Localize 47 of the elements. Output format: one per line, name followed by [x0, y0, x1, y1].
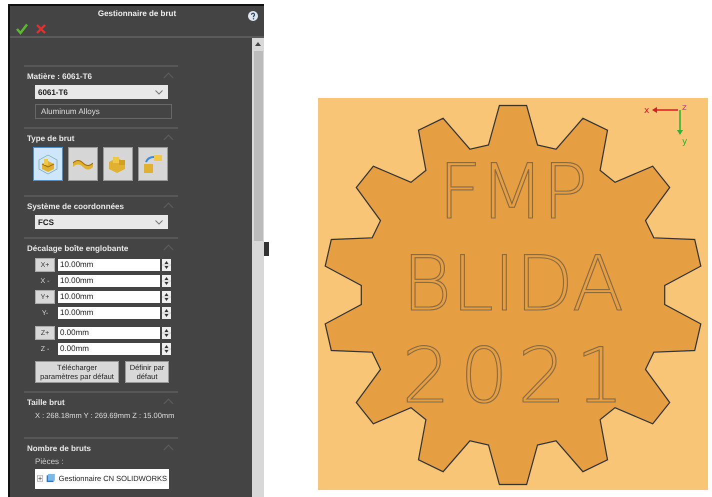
offset-input[interactable]: 10.00mm: [58, 259, 160, 271]
stock-type-button[interactable]: [103, 147, 133, 181]
scrollbar[interactable]: [252, 38, 264, 497]
panel-title: Gestionnaire de brut: [98, 9, 176, 18]
material-category-field: Aluminum Alloys: [35, 104, 172, 119]
spinner-arrows-icon[interactable]: [162, 343, 171, 355]
spinner-arrows-icon[interactable]: [162, 291, 171, 303]
axis-label: z: [682, 103, 687, 113]
axis-triad-icon: [652, 107, 683, 135]
splitter-handle[interactable]: [264, 242, 269, 256]
section-header: Décalage boîte englobante: [27, 244, 128, 252]
section-header: Système de coordonnées: [27, 202, 124, 210]
import-part-icon: [141, 152, 165, 176]
stock-type-button[interactable]: [33, 147, 63, 181]
section-header: Type de brut: [27, 134, 74, 142]
stock-type-button[interactable]: [138, 147, 168, 181]
offset-input[interactable]: 10.00mm: [58, 275, 160, 287]
offset-input[interactable]: 0.00mm: [58, 343, 160, 355]
offset-input[interactable]: 10.00mm: [58, 307, 160, 319]
chevron-down-icon[interactable]: [155, 220, 163, 224]
engraved-text: BLIDA: [402, 239, 624, 328]
offset-input[interactable]: 0.00mm: [58, 327, 160, 339]
axis-label: x: [644, 106, 650, 116]
check-icon[interactable]: [16, 22, 28, 35]
box-stock-icon: [36, 152, 60, 176]
spinner-arrows-icon[interactable]: [162, 259, 171, 271]
close-icon[interactable]: [36, 24, 46, 34]
spinner-arrows-icon[interactable]: [162, 275, 171, 287]
curved-sheet-icon: [73, 158, 93, 170]
spinner-arrows-icon[interactable]: [162, 327, 171, 339]
expand-icon[interactable]: [37, 474, 44, 482]
help-icon[interactable]: [248, 11, 258, 21]
offset-input[interactable]: 10.00mm: [58, 291, 160, 303]
parts-label: Pièces :: [34, 457, 64, 466]
coordinate-system-dropdown[interactable]: FCS: [35, 215, 168, 229]
engraved-text: FMP: [438, 147, 588, 236]
spinner-arrows-icon[interactable]: [162, 307, 171, 319]
section-header: Taille brut: [27, 398, 65, 406]
stock-type-button[interactable]: [68, 147, 98, 181]
axis-label: y: [682, 137, 688, 147]
part-icon: [46, 471, 56, 485]
material-dropdown[interactable]: 6061-T6: [35, 85, 168, 99]
scroll-up-icon[interactable]: [254, 41, 262, 47]
chevron-down-icon[interactable]: [155, 90, 163, 94]
section-header: Nombre de bruts: [27, 444, 92, 452]
engraved-text: 2021: [402, 331, 624, 420]
section-header: Matière : 6061-T6: [27, 72, 92, 80]
